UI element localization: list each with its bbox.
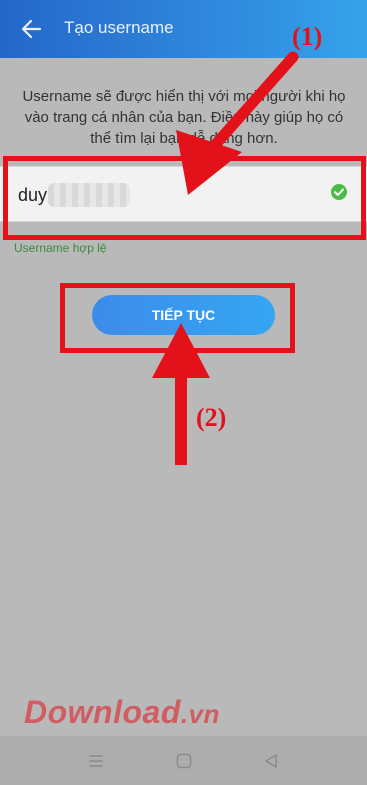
annotation-label-1: (1) bbox=[292, 22, 323, 51]
home-square-icon[interactable] bbox=[174, 751, 194, 771]
back-triangle-icon[interactable] bbox=[261, 751, 281, 771]
annotation-arrow-2 bbox=[152, 323, 210, 465]
system-nav-bar bbox=[0, 736, 367, 785]
annotation-arrow-1 bbox=[176, 51, 299, 195]
annotation-label-2: (2) bbox=[196, 403, 227, 432]
annotation-arrows bbox=[152, 51, 299, 465]
watermark-logo: Download.vn bbox=[24, 694, 220, 731]
watermark-suffix: .vn bbox=[180, 699, 220, 729]
menu-icon[interactable] bbox=[86, 751, 106, 771]
watermark-text: Download bbox=[24, 694, 181, 730]
